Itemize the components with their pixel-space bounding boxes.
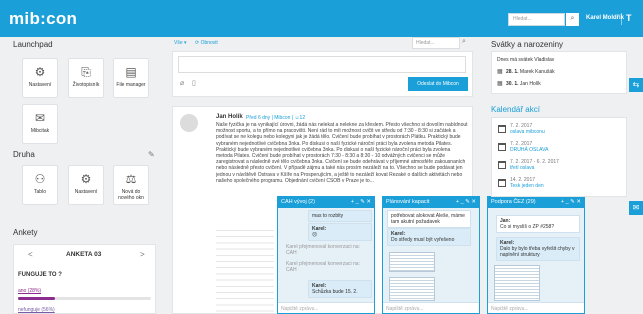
launchpad-tile-nastaveni[interactable]: ⚙ Nastavení [22,58,58,98]
screenshot-thumbnail[interactable] [389,252,435,272]
launchpad-tile-mibcitak[interactable]: ✉ Mibcitak [22,104,58,144]
poll-option-ano[interactable]: ano (28%) [18,288,41,294]
chat-window-planovani[interactable]: Plánování kapacit + _ ✎ ✕ potřebovat alok… [382,196,480,314]
calendar-icon [498,125,506,133]
gift-icon: ▦ [497,69,503,75]
kalendar-title: Kalendář akcí [491,105,540,114]
poll-bar-ano [18,297,56,300]
svatek-item: 30. 1. Jan Holík [506,81,541,87]
filter-dropdown[interactable]: Vše ▾ [174,40,187,46]
svatek-today: Dnes má svátek Vladislav [497,57,555,63]
druha-tile-tablo[interactable]: ⚇ Tablo [22,165,58,205]
chat-header[interactable]: Podpora ČEZ (29) + _ ✎ ✕ [488,197,584,208]
calendar-icon [498,161,506,169]
chat-controls[interactable]: + _ ✎ ✕ [561,199,581,205]
druha-tile-nova[interactable]: ⚖ Nová do nového okn [113,165,149,205]
scales-icon: ⚖ [125,172,137,186]
user-name[interactable]: Karel Moldřík [586,15,624,21]
poll-question: FUNGUJE TO ? [18,272,62,278]
poll-name: ANKETA 03 [66,251,102,258]
file-icon: ▤ [125,65,137,79]
chat-message: Karel: ☹ [308,223,372,241]
event-link[interactable]: DRUHÁ OSLAVA [510,147,548,153]
launchpad-title: Launchpad [13,40,53,49]
chat-message: Karel: Dalo by bylo třeba vyřešit chyby v… [496,237,580,261]
share-icon[interactable]: ⇆ [629,78,643,92]
feed-search-input[interactable]: Hledat... [412,37,460,49]
event-link[interactable]: třetí oslava [510,165,534,171]
chat-message: Karel: Schůzka bude 15. 2. [308,280,372,298]
event-link[interactable]: Tesk jeden den [510,183,544,189]
gift-icon: ▦ [497,81,503,87]
chat-icon: ✉ [34,111,46,125]
chat-controls[interactable]: + _ ✎ ✕ [456,199,476,205]
top-bar: mib:con Hledat... ⌕ Karel Moldřík T [0,0,643,37]
launchpad-tile-zivotopisnik[interactable]: ⎘ Životopisník [68,58,104,98]
post-textarea[interactable] [178,56,466,73]
svatky-title: Svátky a narozeniny [491,40,564,49]
chevron-right-icon[interactable]: > [140,250,145,259]
search-input[interactable]: Hledat... [508,13,565,26]
chat-window-podpora[interactable]: Podpora ČEZ (29) + _ ✎ ✕ Jan: Co si myslíš… [487,196,585,314]
gear-icon: ⚙ [34,65,46,79]
ankety-title: Ankety [13,228,38,237]
system-message: Karel přejmenoval konverzaci na: CAH [286,244,360,256]
chat-message: Jan: Co si myslíš o ZP #258? [496,215,580,233]
search-icon[interactable]: ⌕ [566,13,579,26]
chat-header[interactable]: CAH vývoj (2) + _ ✎ ✕ [278,197,374,208]
screenshot-thumbnail[interactable] [494,265,540,301]
screenshot-thumbnail[interactable] [389,277,435,301]
document-icon: ⎘ [81,65,91,79]
launchpad-tile-file-manager[interactable]: ▤ File manager [113,58,149,98]
avatar [180,114,198,132]
attachment-icon[interactable]: ⌀ [180,79,184,87]
chat-message: potřebovat alokovat Aleše, máme tam akut… [387,210,471,228]
font-size-icon[interactable]: T [626,13,632,23]
edit-icon[interactable]: ✎ [148,150,155,159]
gear-icon: ⚙ [80,172,92,186]
chat-message: Karel: Do středy musí být vyřešeno [387,228,471,246]
people-icon: ⚇ [34,172,46,186]
calendar-icon [498,179,506,187]
post-text-continued [216,226,274,312]
event-link[interactable]: oslava mibconu [510,129,545,135]
post-meta: Před 6 dny | Mibcon | ☺12 [246,115,306,121]
chat-message: mas to rozbity [308,210,372,222]
system-message: Karel přejmenoval konverzaci na: CAH [286,261,360,273]
chat-reply-input[interactable]: Napiště zprávu... [278,302,374,313]
svatek-item: 28. 1. Marek Kanušák [506,69,555,75]
search-icon[interactable]: ⌕ [462,38,466,46]
divider [621,13,622,25]
chat-window-cah[interactable]: CAH vývoj (2) + _ ✎ ✕ mas to rozbity Kare… [277,196,375,314]
chat-header[interactable]: Plánování kapacit + _ ✎ ✕ [383,197,479,208]
chat-reply-input[interactable]: Napiště zprávu... [383,302,479,313]
refresh-link[interactable]: ⟳ Obnovit [195,40,218,46]
druha-title: Druha [13,150,35,159]
logo: mib:con [9,9,78,28]
chat-reply-input[interactable]: Napiště zprávu... [488,302,584,313]
calendar-icon [498,143,506,151]
message-icon[interactable]: ✉ [629,201,643,215]
poll-option-nefunguje[interactable]: nefunguje (56%) [18,307,55,313]
post-author[interactable]: Jan Holík [216,114,243,120]
chevron-left-icon[interactable]: < [28,250,33,259]
submit-post-button[interactable]: Odeslat do Mibcon [408,77,468,91]
file-icon[interactable]: ▯ [192,79,196,87]
druha-tile-nastaveni[interactable]: ⚙ Nastavení [68,165,104,205]
chat-controls[interactable]: + _ ✎ ✕ [351,199,371,205]
